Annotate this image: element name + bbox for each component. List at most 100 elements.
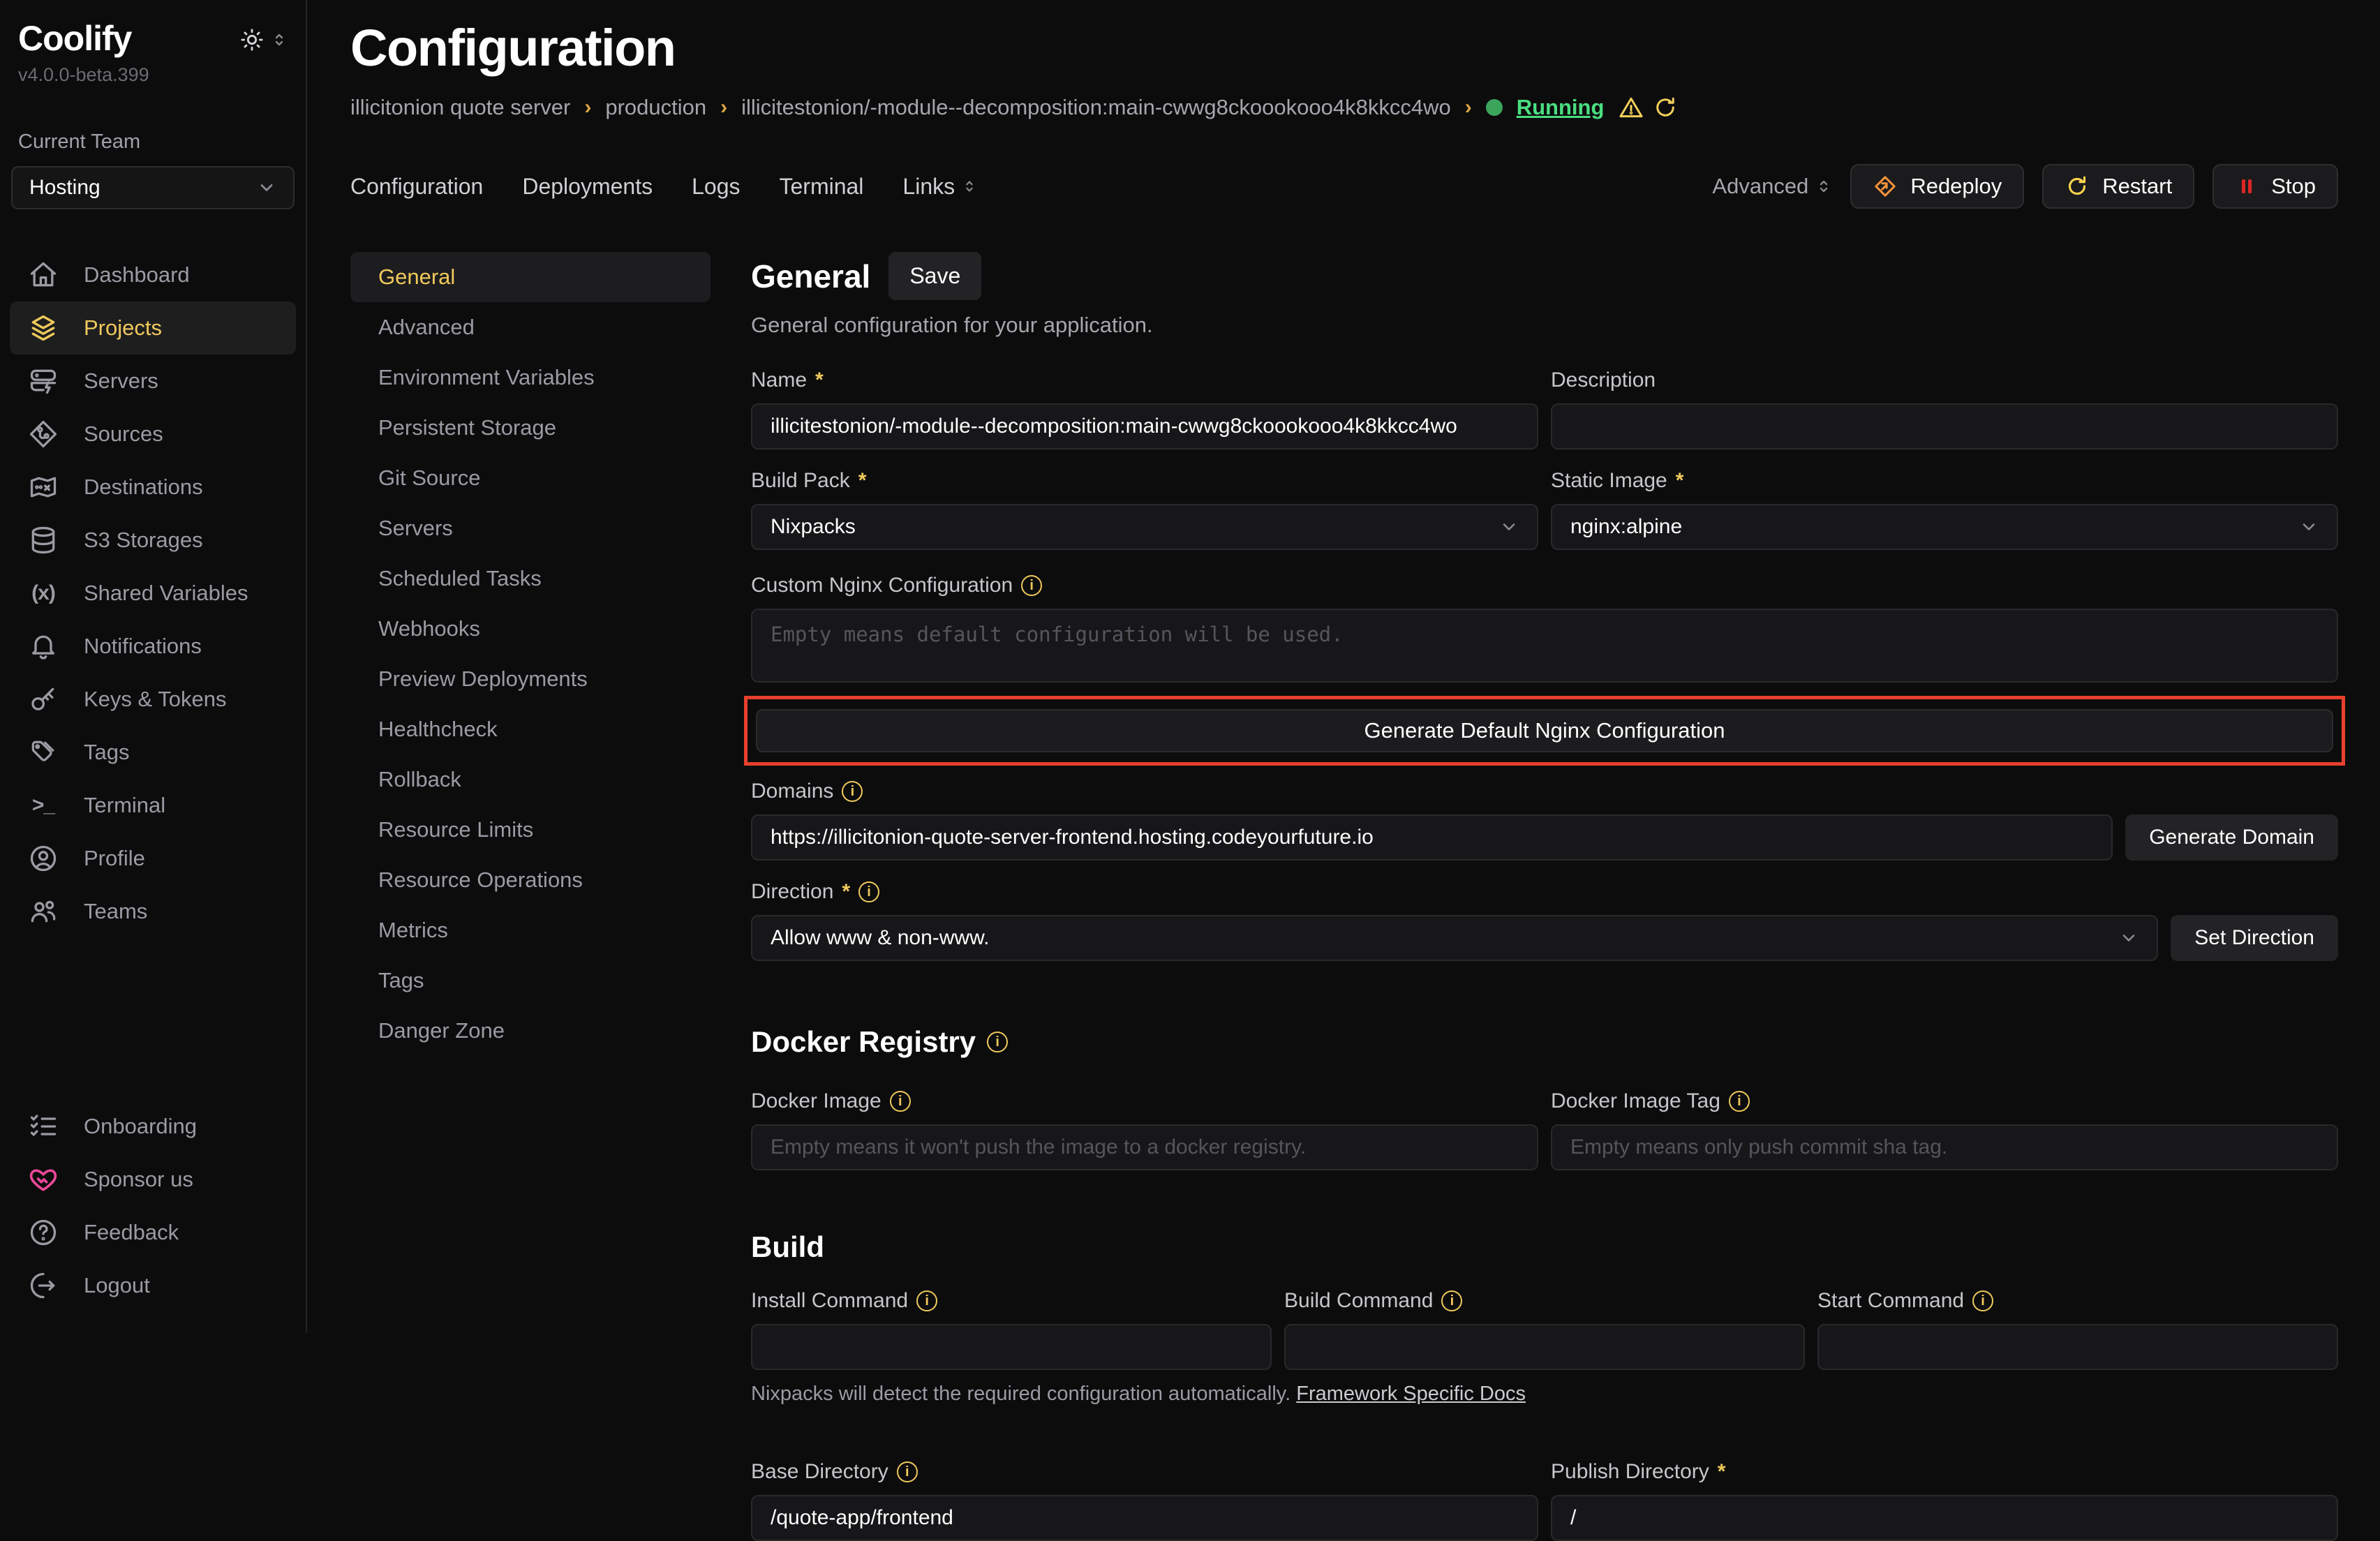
subnav-general[interactable]: General — [350, 252, 711, 302]
sidebar-item-label: Destinations — [84, 475, 203, 500]
sidebar-item-feedback[interactable]: Feedback — [10, 1206, 296, 1259]
info-icon[interactable]: i — [842, 781, 863, 802]
restart-button[interactable]: Restart — [2042, 164, 2194, 209]
refresh-icon[interactable] — [1653, 95, 1678, 120]
base-directory-field[interactable] — [751, 1495, 1538, 1541]
subnav-tags[interactable]: Tags — [350, 955, 711, 1006]
direction-select[interactable]: Allow www & non-www. — [751, 915, 2158, 961]
info-icon[interactable]: i — [858, 881, 879, 902]
subnav-environment-variables[interactable]: Environment Variables — [350, 352, 711, 403]
info-icon[interactable]: i — [987, 1032, 1008, 1052]
build-command-field[interactable] — [1284, 1324, 1805, 1370]
sidebar-item-label: Terminal — [84, 793, 165, 818]
description-field[interactable] — [1551, 403, 2338, 449]
sidebar-item-label: Feedback — [84, 1220, 179, 1245]
breadcrumb-environment[interactable]: production — [605, 95, 706, 120]
subnav-metrics[interactable]: Metrics — [350, 905, 711, 955]
breadcrumb-project[interactable]: illicitonion quote server — [350, 95, 570, 120]
subnav-resource-operations[interactable]: Resource Operations — [350, 855, 711, 905]
build-pack-value: Nixpacks — [771, 515, 856, 539]
breadcrumb-separator: › — [584, 96, 591, 119]
static-image-label: Static Image — [1551, 469, 1667, 493]
sidebar-item-notifications[interactable]: Notifications — [10, 620, 296, 673]
subnav-persistent-storage[interactable]: Persistent Storage — [350, 403, 711, 453]
team-select[interactable]: Hosting — [11, 166, 295, 209]
sidebar-item-destinations[interactable]: Destinations — [10, 461, 296, 514]
sidebar-item-servers[interactable]: Servers — [10, 355, 296, 408]
sun-icon — [240, 28, 264, 52]
tab-bar: Configuration Deployments Logs Terminal … — [350, 164, 2338, 209]
sidebar-item-label: Dashboard — [84, 262, 190, 288]
sidebar-item-terminal[interactable]: >_ Terminal — [10, 779, 296, 832]
chevron-down-icon — [2119, 928, 2139, 948]
subnav-webhooks[interactable]: Webhooks — [350, 604, 711, 654]
info-icon[interactable]: i — [1729, 1091, 1750, 1112]
tab-terminal[interactable]: Terminal — [779, 174, 863, 200]
subnav-git-source[interactable]: Git Source — [350, 453, 711, 503]
theme-selector[interactable] — [240, 28, 288, 52]
sidebar-item-teams[interactable]: Teams — [10, 885, 296, 938]
sidebar-item-s3-storages[interactable]: S3 Storages — [10, 514, 296, 567]
current-team-label: Current Team — [18, 131, 296, 154]
info-icon[interactable]: i — [1021, 575, 1042, 596]
framework-docs-link[interactable]: Framework Specific Docs — [1296, 1383, 1526, 1405]
subnav-rollback[interactable]: Rollback — [350, 754, 711, 805]
subnav-danger-zone[interactable]: Danger Zone — [350, 1006, 711, 1056]
status-badge[interactable]: Running — [1517, 95, 1605, 120]
sidebar-item-sponsor-us[interactable]: Sponsor us — [10, 1153, 296, 1206]
info-icon[interactable]: i — [890, 1091, 911, 1112]
info-icon[interactable]: i — [1972, 1290, 1993, 1311]
info-icon[interactable]: i — [916, 1290, 937, 1311]
general-settings-form: General Save General configuration for y… — [751, 252, 2338, 1541]
custom-nginx-textarea[interactable] — [751, 609, 2338, 683]
warning-triangle-icon[interactable] — [1618, 94, 1644, 121]
docker-image-tag-field[interactable] — [1551, 1124, 2338, 1170]
name-field[interactable] — [751, 403, 1538, 449]
breadcrumb-separator: › — [720, 96, 727, 119]
build-pack-select[interactable]: Nixpacks — [751, 504, 1538, 550]
install-command-label: Install Command — [751, 1289, 908, 1313]
sidebar-item-label: S3 Storages — [84, 528, 203, 553]
sidebar-item-onboarding[interactable]: Onboarding — [10, 1100, 296, 1153]
save-button[interactable]: Save — [888, 252, 981, 300]
sidebar-item-label: Notifications — [84, 634, 202, 659]
sidebar-item-projects[interactable]: Projects — [10, 302, 296, 355]
terminal-icon: >_ — [28, 794, 59, 817]
subnav-resource-limits[interactable]: Resource Limits — [350, 805, 711, 855]
advanced-dropdown[interactable]: Advanced — [1712, 174, 1832, 199]
tab-configuration[interactable]: Configuration — [350, 174, 483, 200]
tab-deployments[interactable]: Deployments — [522, 174, 653, 200]
sidebar-item-logout[interactable]: Logout — [10, 1259, 296, 1312]
subnav-servers[interactable]: Servers — [350, 503, 711, 553]
info-icon[interactable]: i — [897, 1461, 918, 1482]
stop-button[interactable]: Stop — [2212, 164, 2338, 209]
generate-domain-button[interactable]: Generate Domain — [2125, 814, 2338, 861]
breadcrumb-resource[interactable]: illicitestonion/-module--decomposition:m… — [741, 95, 1451, 120]
static-image-select[interactable]: nginx:alpine — [1551, 504, 2338, 550]
info-icon[interactable]: i — [1441, 1290, 1462, 1311]
bell-icon — [28, 631, 59, 662]
subnav-scheduled-tasks[interactable]: Scheduled Tasks — [350, 553, 711, 604]
build-command-label: Build Command — [1284, 1289, 1433, 1313]
tab-links[interactable]: Links — [902, 174, 977, 200]
stop-label: Stop — [2271, 174, 2316, 199]
tab-logs[interactable]: Logs — [692, 174, 740, 200]
subnav-healthcheck[interactable]: Healthcheck — [350, 704, 711, 754]
docker-image-field[interactable] — [751, 1124, 1538, 1170]
set-direction-button[interactable]: Set Direction — [2171, 915, 2338, 961]
generate-default-nginx-configuration-button[interactable]: Generate Default Nginx Configuration — [756, 709, 2333, 752]
start-command-field[interactable] — [1817, 1324, 2338, 1370]
sidebar-item-shared-variables[interactable]: (x) Shared Variables — [10, 567, 296, 620]
publish-directory-field[interactable] — [1551, 1495, 2338, 1541]
sidebar-item-keys-tokens[interactable]: Keys & Tokens — [10, 673, 296, 726]
subnav-preview-deployments[interactable]: Preview Deployments — [350, 654, 711, 704]
sidebar-item-tags[interactable]: Tags — [10, 726, 296, 779]
sidebar-item-dashboard[interactable]: Dashboard — [10, 248, 296, 302]
domains-field[interactable] — [751, 814, 2113, 861]
sidebar-item-profile[interactable]: Profile — [10, 832, 296, 885]
sidebar-item-label: Servers — [84, 368, 158, 394]
sidebar-item-sources[interactable]: Sources — [10, 408, 296, 461]
subnav-advanced[interactable]: Advanced — [350, 302, 711, 352]
redeploy-button[interactable]: Redeploy — [1850, 164, 2024, 209]
install-command-field[interactable] — [751, 1324, 1272, 1370]
